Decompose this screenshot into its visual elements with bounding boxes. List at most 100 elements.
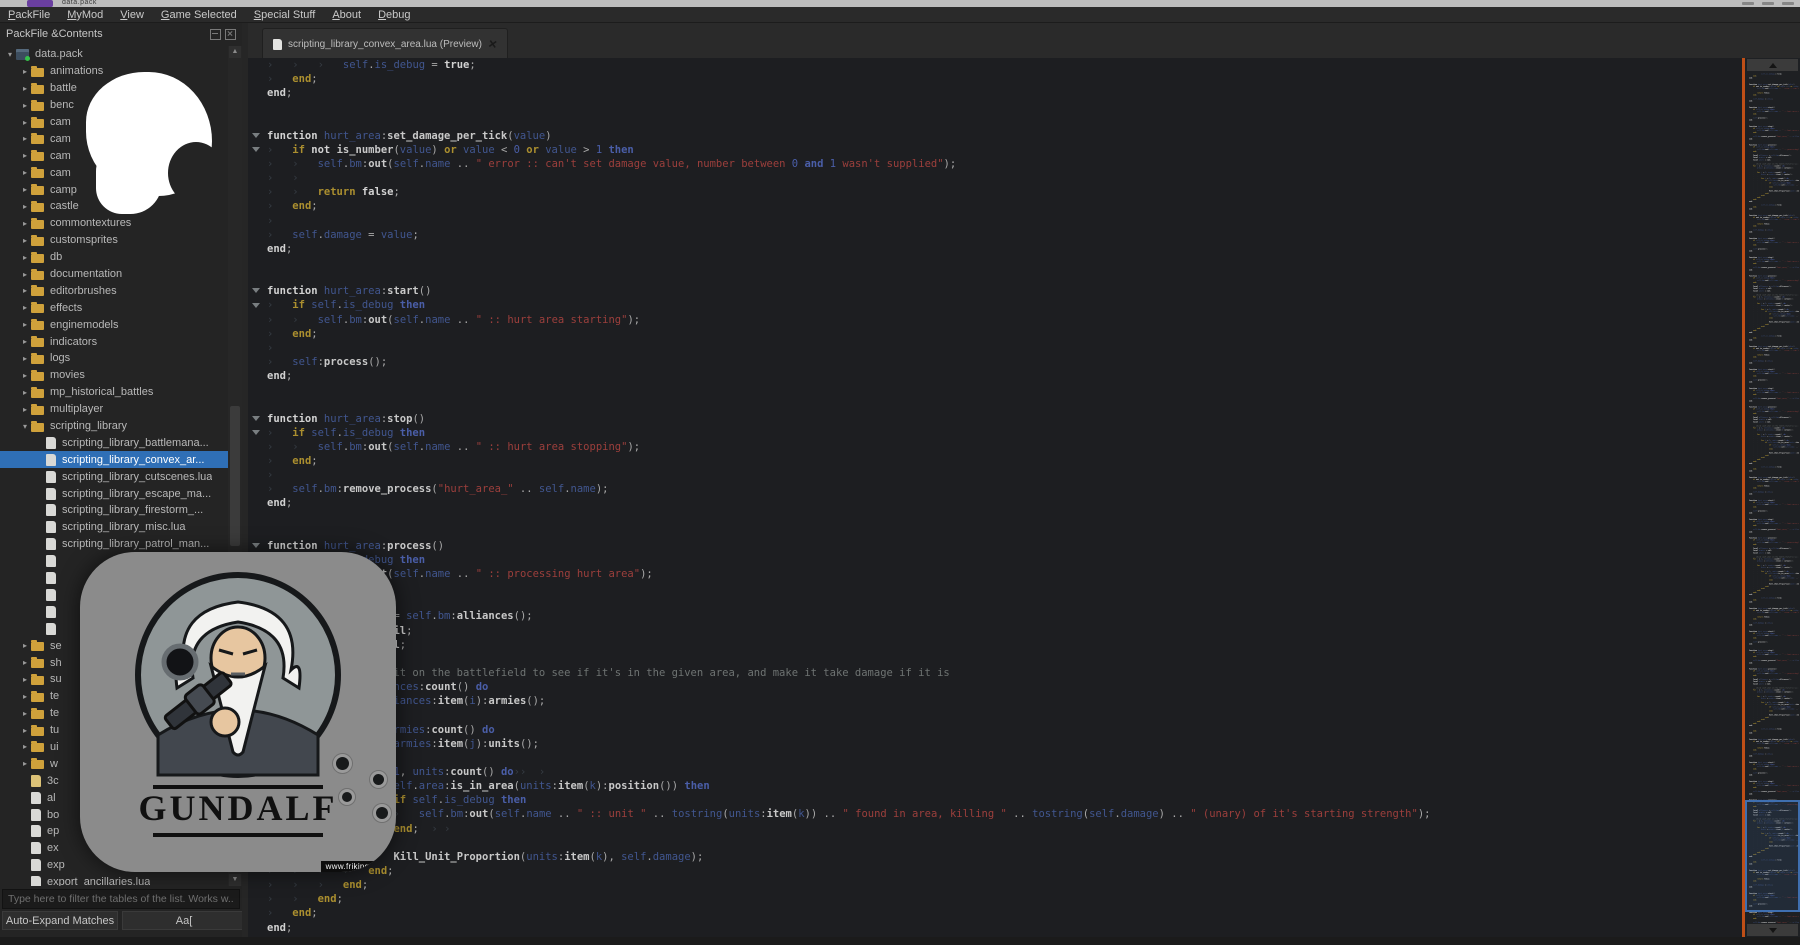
tree-row[interactable]: ▸movies bbox=[0, 367, 228, 384]
code-line[interactable]: › › › › › if self.is_debug then bbox=[248, 793, 1742, 807]
code-line[interactable] bbox=[248, 256, 1742, 270]
tree-row[interactable]: ▸documentation bbox=[0, 266, 228, 283]
code-line[interactable]: › › › › › bbox=[248, 836, 1742, 850]
code-editor[interactable]: › › › self.is_debug = true;› end;end; fu… bbox=[248, 58, 1742, 937]
scroll-up-icon[interactable]: ▲ bbox=[229, 46, 241, 58]
code-line[interactable]: › local armies = nil; bbox=[248, 624, 1742, 638]
code-line[interactable]: › if self.is_debug then bbox=[248, 426, 1742, 440]
code-line[interactable]: › end; bbox=[248, 72, 1742, 86]
code-line[interactable]: › local units = nil; bbox=[248, 638, 1742, 652]
tab-scripting-library-convex-area[interactable]: scripting_library_convex_area.lua (Previ… bbox=[262, 28, 508, 59]
code-line[interactable]: › › › › › Kill_Unit_Proportion(units:ite… bbox=[248, 850, 1742, 864]
tree-row[interactable]: scripting_library_convex_ar... bbox=[0, 451, 228, 468]
code-line[interactable]: › › for j = 1, armies:count() do bbox=[248, 723, 1742, 737]
tree-row[interactable]: ▸mp_historical_battles bbox=[0, 384, 228, 401]
code-line[interactable]: › if not is_number(value) or value < 0 o… bbox=[248, 143, 1742, 157]
code-line[interactable]: › self.bm:remove_process("hurt_area_" ..… bbox=[1746, 267, 1799, 269]
scrollbar-thumb[interactable] bbox=[230, 406, 240, 546]
code-line[interactable]: › bbox=[248, 214, 1742, 228]
chevron-right-icon[interactable]: ▸ bbox=[19, 354, 31, 363]
code-line[interactable]: end; bbox=[1746, 463, 1799, 465]
chevron-right-icon[interactable]: ▸ bbox=[19, 320, 31, 329]
case-sensitive-button[interactable]: Aa[ bbox=[122, 911, 246, 930]
chevron-right-icon[interactable]: ▸ bbox=[19, 118, 31, 127]
code-line[interactable]: › › › bbox=[248, 751, 1742, 765]
menu-mymod[interactable]: MyMod bbox=[67, 9, 103, 21]
code-line[interactable]: › self.bm:remove_process("hurt_area_" ..… bbox=[1746, 791, 1799, 793]
code-line[interactable]: › › › self.is_debug = true; bbox=[248, 58, 1742, 72]
chevron-right-icon[interactable]: ▸ bbox=[19, 253, 31, 262]
chevron-right-icon[interactable]: ▸ bbox=[19, 67, 31, 76]
code-line[interactable]: end; bbox=[1746, 594, 1799, 596]
code-line[interactable]: › › armies = alliances:item(i):armies(); bbox=[248, 694, 1742, 708]
code-line[interactable]: › › › units = armies:item(j):units(); bbox=[248, 737, 1742, 751]
chevron-right-icon[interactable]: ▸ bbox=[19, 371, 31, 380]
minimize-button[interactable] bbox=[1742, 2, 1754, 5]
chevron-right-icon[interactable]: ▸ bbox=[19, 270, 31, 279]
code-line[interactable]: › › self.bm:out(self.name .. " error :: … bbox=[248, 157, 1742, 171]
expand-all-icon[interactable] bbox=[225, 29, 236, 40]
code-line[interactable]: › self.bm:remove_process("hurt_area_" ..… bbox=[1746, 922, 1799, 923]
tree-row[interactable]: ▾data.pack bbox=[0, 46, 228, 63]
menu-about[interactable]: About bbox=[332, 9, 361, 21]
code-line[interactable]: › -- check each unit on the battlefield … bbox=[248, 666, 1742, 680]
code-line[interactable]: end; bbox=[1746, 201, 1799, 203]
tree-filter-input[interactable] bbox=[2, 889, 240, 909]
minimap-up-icon[interactable] bbox=[1747, 59, 1798, 71]
tree-row[interactable]: ▸logs bbox=[0, 350, 228, 367]
menu-special-stuff[interactable]: Special Stuff bbox=[254, 9, 316, 21]
code-line[interactable] bbox=[248, 383, 1742, 397]
scroll-down-icon[interactable]: ▼ bbox=[229, 874, 241, 886]
code-line[interactable]: › › return false; bbox=[248, 185, 1742, 199]
code-line[interactable]: › end; bbox=[248, 581, 1742, 595]
code-line[interactable]: › bbox=[248, 341, 1742, 355]
minimap-down-icon[interactable] bbox=[1747, 924, 1798, 936]
chevron-right-icon[interactable]: ▸ bbox=[19, 219, 31, 228]
code-line[interactable] bbox=[248, 397, 1742, 411]
menu-game-selected[interactable]: Game Selected bbox=[161, 9, 237, 21]
code-line[interactable]: end; bbox=[248, 369, 1742, 383]
code-line[interactable]: › self:process(); bbox=[248, 355, 1742, 369]
code-line[interactable]: function hurt_area:start() bbox=[248, 284, 1742, 298]
tree-row[interactable]: ▸animations bbox=[0, 63, 228, 80]
code-line[interactable]: end; bbox=[248, 242, 1742, 256]
tree-row[interactable]: scripting_library_firestorm_... bbox=[0, 502, 228, 519]
code-line[interactable]: › › › › end; bbox=[248, 864, 1742, 878]
code-line[interactable]: › › end; bbox=[248, 892, 1742, 906]
code-line[interactable]: › › self.bm:out(self.name .. " :: hurt a… bbox=[248, 313, 1742, 327]
code-line[interactable]: › › bbox=[248, 708, 1742, 722]
chevron-right-icon[interactable]: ▸ bbox=[19, 151, 31, 160]
code-line[interactable]: › › › › › › self.bm:out(self.name .. " :… bbox=[248, 807, 1742, 821]
tree-row[interactable]: ▸indicators bbox=[0, 333, 228, 350]
tree-row[interactable]: ▸commontextures bbox=[0, 215, 228, 232]
tree-row[interactable]: scripting_library_cutscenes.lua bbox=[0, 468, 228, 485]
code-line[interactable]: › bbox=[248, 595, 1742, 609]
tree-row[interactable]: export_ancillaries.lua bbox=[0, 874, 228, 886]
code-line[interactable]: › local alliances = self.bm:alliances(); bbox=[248, 609, 1742, 623]
code-line[interactable] bbox=[248, 100, 1742, 114]
code-line[interactable]: › bbox=[248, 652, 1742, 666]
chevron-right-icon[interactable]: ▸ bbox=[19, 658, 31, 667]
code-line[interactable]: end; bbox=[1746, 725, 1799, 727]
code-line[interactable]: function hurt_area:process() bbox=[248, 539, 1742, 553]
chevron-right-icon[interactable]: ▸ bbox=[19, 759, 31, 768]
chevron-right-icon[interactable]: ▸ bbox=[19, 168, 31, 177]
code-line[interactable]: › › › › if self.area:is_in_area(units:it… bbox=[248, 779, 1742, 793]
chevron-right-icon[interactable]: ▸ bbox=[19, 726, 31, 735]
code-line[interactable]: › self.damage = value; bbox=[248, 228, 1742, 242]
tree-row[interactable]: scripting_library_patrol_man... bbox=[0, 536, 228, 553]
tree-row[interactable]: scripting_library_escape_ma... bbox=[0, 485, 228, 502]
window-titlebar[interactable]: data.pack bbox=[0, 0, 1800, 7]
tree-row[interactable]: ▸effects bbox=[0, 299, 228, 316]
collapse-all-icon[interactable] bbox=[210, 29, 221, 40]
code-line[interactable]: › › self.bm:out(self.name .. " :: hurt a… bbox=[248, 440, 1742, 454]
code-line[interactable]: › › › end; bbox=[248, 878, 1742, 892]
tab-close-icon[interactable]: ✕ bbox=[487, 37, 498, 51]
tree-row[interactable]: ▸multiplayer bbox=[0, 401, 228, 418]
chevron-right-icon[interactable]: ▸ bbox=[19, 742, 31, 751]
tree-row[interactable]: ▸customsprites bbox=[0, 232, 228, 249]
chevron-right-icon[interactable]: ▸ bbox=[19, 692, 31, 701]
code-line[interactable]: › for i = 1, alliances:count() do bbox=[248, 680, 1742, 694]
minimap-scrollbar[interactable]: › › › self.is_debug = true;› end;end; fu… bbox=[1742, 58, 1800, 937]
code-line[interactable]: › self.bm:remove_process("hurt_area_" ..… bbox=[1746, 136, 1799, 138]
